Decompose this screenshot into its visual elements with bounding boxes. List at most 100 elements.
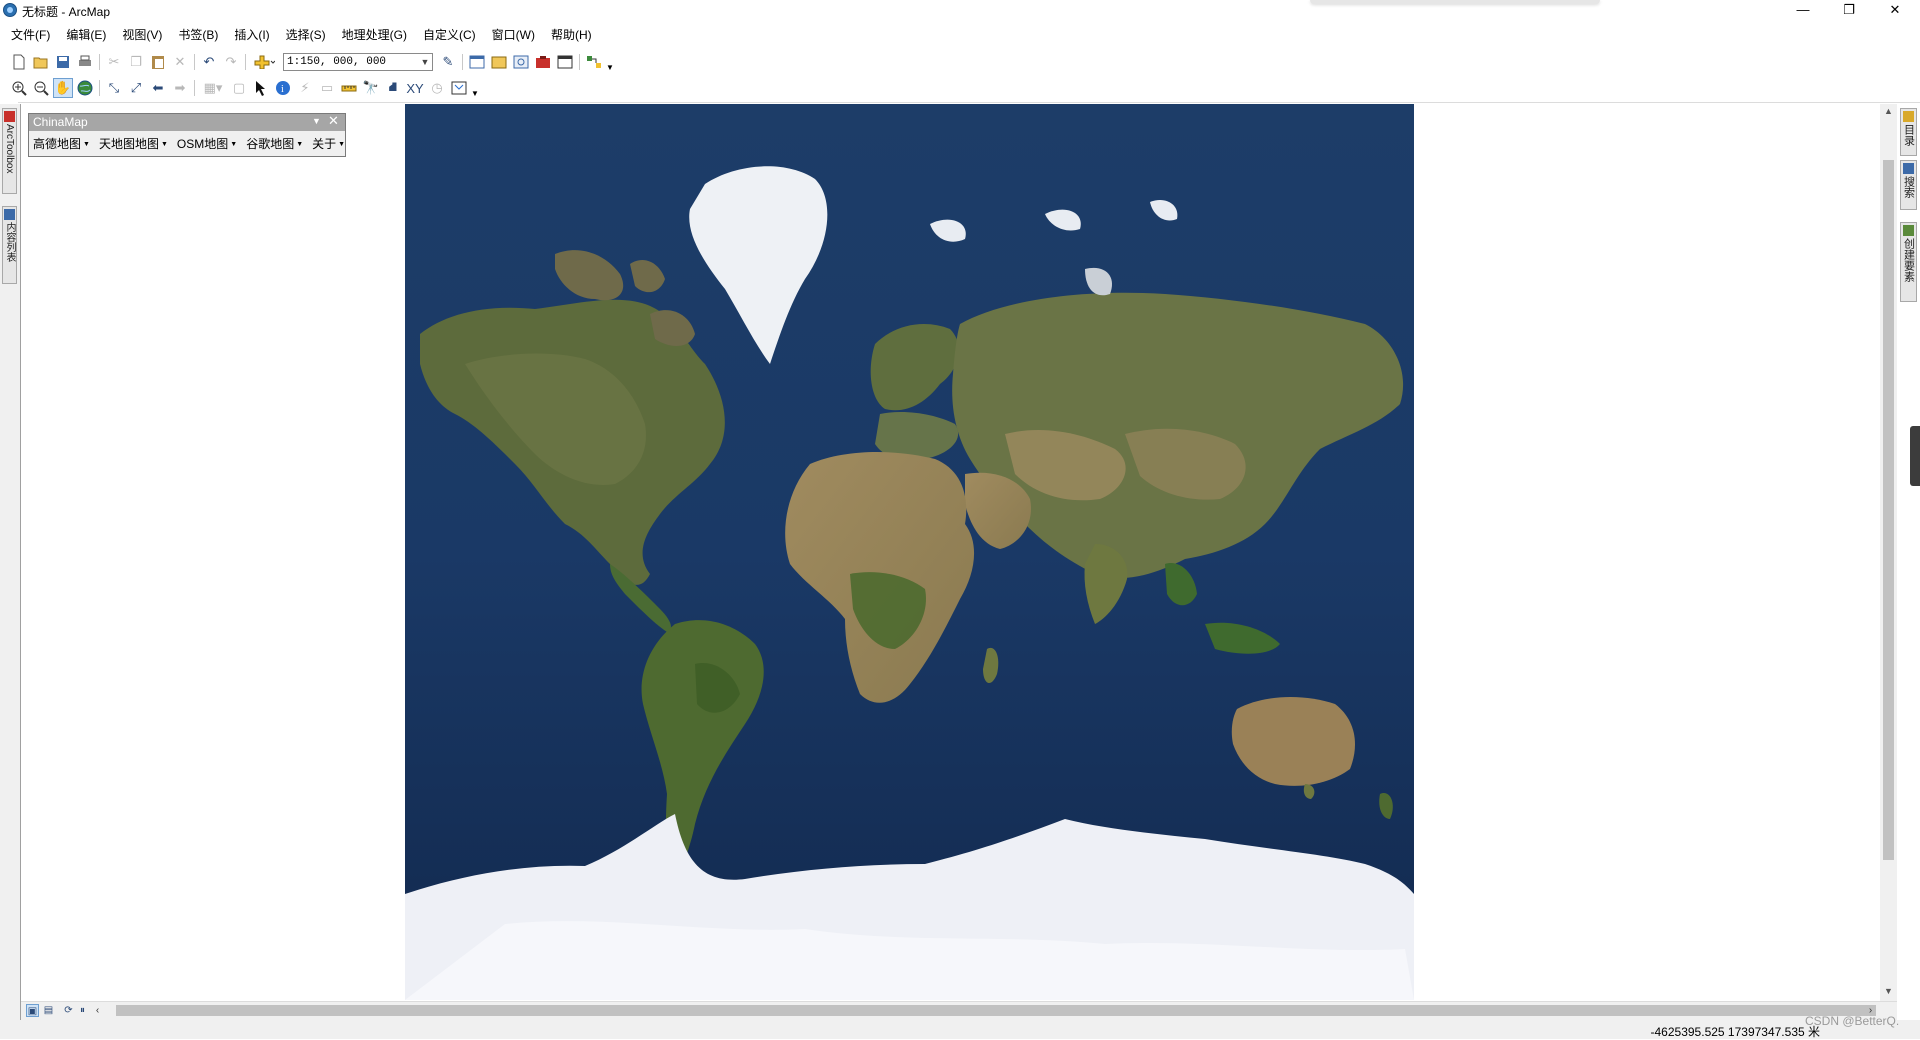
paste-icon[interactable]	[148, 52, 168, 72]
refresh-icon[interactable]: ⟳	[62, 1004, 75, 1017]
measure-icon[interactable]	[339, 78, 359, 98]
chevron-down-icon: ▼	[420, 57, 430, 67]
toolbar-overflow-icon[interactable]: ▼	[470, 78, 480, 98]
restore-button[interactable]: ❐	[1826, 0, 1872, 22]
python-window-icon[interactable]	[555, 52, 575, 72]
menu-windows[interactable]: 窗口(W)	[492, 24, 535, 46]
time-slider-icon[interactable]: ◷	[427, 78, 447, 98]
table-of-contents-tab[interactable]: 内容列表	[2, 206, 17, 284]
chinamap-titlebar[interactable]: ChinaMap ▼ ✕	[29, 113, 345, 131]
catalog-icon	[1903, 111, 1914, 122]
vertical-scrollbar[interactable]: ▲ ▼	[1880, 104, 1897, 1001]
arctoolbox-tab[interactable]: ArcToolbox	[2, 108, 17, 194]
table-of-contents-icon[interactable]	[467, 52, 487, 72]
pause-drawing-icon[interactable]: ⏸	[76, 1004, 89, 1017]
map-bottom-bar: ▣ ▤ ⟳ ⏸ ‹ ›	[21, 1001, 1897, 1020]
editor-toolbar-icon[interactable]: ✎	[438, 52, 458, 72]
chevron-down-icon: ▼	[160, 140, 168, 148]
arcmap-globe-icon	[3, 3, 17, 17]
dock-resize-handle[interactable]	[1910, 426, 1920, 486]
layout-view-icon[interactable]: ▤	[42, 1004, 55, 1017]
identify-icon[interactable]: i	[273, 78, 293, 98]
hyperlink-icon[interactable]: ⚡	[295, 78, 315, 98]
tools-toolbar: ✋ ⤡ ⤢ ⬅ ➡ ▦▾ ▢ i ⚡ ▭ 🔭 ⛘ XY ◷ ▼	[8, 76, 480, 100]
new-document-icon[interactable]	[9, 52, 29, 72]
vertical-scroll-thumb[interactable]	[1883, 160, 1894, 860]
menu-view[interactable]: 视图(V)	[122, 24, 162, 46]
select-features-icon[interactable]: ▦▾	[199, 78, 227, 98]
chevron-down-icon[interactable]: ▼	[312, 116, 321, 126]
catalog-tab[interactable]: 目录	[1900, 108, 1917, 156]
open-folder-icon[interactable]	[31, 52, 51, 72]
delete-icon[interactable]: ✕	[170, 52, 190, 72]
create-features-tab[interactable]: 创建要素	[1900, 222, 1917, 302]
status-bar: -4625395.525 17397347.535 米	[0, 1020, 1920, 1039]
menu-bookmarks[interactable]: 书签(B)	[178, 24, 218, 46]
minimize-button[interactable]: —	[1780, 0, 1826, 22]
standard-toolbar: ✂ ❐ ✕ ↶ ↷ 1:150, 000, 000 ▼ ✎ ▼	[8, 50, 615, 74]
about-label: 关于	[312, 137, 337, 151]
cut-icon[interactable]: ✂	[104, 52, 124, 72]
menu-geoprocessing[interactable]: 地理处理(G)	[342, 24, 407, 46]
html-popup-icon[interactable]: ▭	[317, 78, 337, 98]
menu-help[interactable]: 帮助(H)	[551, 24, 592, 46]
toolbar-divider	[18, 102, 1920, 103]
data-view-icon[interactable]: ▣	[26, 1004, 39, 1017]
table-of-contents-icon	[4, 209, 15, 220]
fixed-zoom-out-icon[interactable]: ⤢	[126, 78, 146, 98]
scroll-down-arrow-icon[interactable]: ▼	[1880, 986, 1897, 996]
back-extent-icon[interactable]: ⬅	[148, 78, 168, 98]
scale-combobox[interactable]: 1:150, 000, 000 ▼	[283, 53, 433, 71]
chevron-down-icon: ▼	[230, 140, 238, 148]
watermark-text: CSDN @BetterQ.	[1805, 1014, 1900, 1028]
print-icon[interactable]	[75, 52, 95, 72]
world-satellite-basemap[interactable]	[405, 104, 1414, 1000]
forward-extent-icon[interactable]: ➡	[170, 78, 190, 98]
clear-selection-icon[interactable]: ▢	[229, 78, 249, 98]
save-icon[interactable]	[53, 52, 73, 72]
gaode-map-label: 高德地图	[33, 137, 82, 151]
google-map-label: 谷歌地图	[246, 137, 295, 151]
tianditu-map-menu[interactable]: 天地图地图 ▼	[99, 135, 168, 154]
undo-icon[interactable]: ↶	[199, 52, 219, 72]
model-builder-icon[interactable]	[584, 52, 604, 72]
gaode-map-menu[interactable]: 高德地图 ▼	[33, 135, 90, 154]
search-tab[interactable]: 搜索	[1900, 160, 1917, 210]
scroll-left-arrow-icon[interactable]: ‹	[91, 1004, 104, 1017]
horizontal-scroll-thumb[interactable]	[116, 1005, 1876, 1016]
toolbar-overflow-icon[interactable]: ▼	[605, 52, 615, 72]
catalog-icon[interactable]	[489, 52, 509, 72]
find-binoculars-icon[interactable]: 🔭	[361, 78, 381, 98]
go-to-xy-icon[interactable]: XY	[405, 78, 425, 98]
menu-selection[interactable]: 选择(S)	[286, 24, 326, 46]
arctoolbox-icon[interactable]	[533, 52, 553, 72]
svg-text:i: i	[281, 84, 284, 95]
osm-map-menu[interactable]: OSM地图 ▼	[177, 135, 237, 154]
zoom-in-icon[interactable]	[9, 78, 29, 98]
create-viewer-window-icon[interactable]	[449, 78, 469, 98]
scroll-up-arrow-icon[interactable]: ▲	[1880, 106, 1897, 116]
close-button[interactable]: ✕	[1872, 0, 1918, 22]
about-menu[interactable]: 关于 ▼	[312, 135, 345, 154]
zoom-out-icon[interactable]	[31, 78, 51, 98]
add-data-icon[interactable]	[250, 52, 278, 72]
menu-insert[interactable]: 插入(I)	[234, 24, 269, 46]
menu-customize[interactable]: 自定义(C)	[423, 24, 476, 46]
chinamap-title: ChinaMap	[33, 115, 88, 129]
google-map-menu[interactable]: 谷歌地图 ▼	[246, 135, 303, 154]
menu-file[interactable]: 文件(F)	[11, 24, 50, 46]
menu-edit[interactable]: 编辑(E)	[66, 24, 106, 46]
search-window-icon[interactable]	[511, 52, 531, 72]
create-features-tab-label: 创建要素	[1902, 238, 1915, 282]
copy-icon[interactable]: ❐	[126, 52, 146, 72]
tianditu-map-label: 天地图地图	[98, 137, 159, 151]
close-icon[interactable]: ✕	[328, 113, 339, 129]
find-route-icon[interactable]: ⛘	[383, 78, 403, 98]
full-extent-globe-icon[interactable]	[75, 78, 95, 98]
toolbar-separator	[99, 80, 100, 96]
fixed-zoom-in-icon[interactable]: ⤡	[104, 78, 124, 98]
pan-hand-icon[interactable]: ✋	[53, 78, 73, 98]
chevron-down-icon: ▼	[296, 140, 304, 148]
select-elements-arrow-icon[interactable]	[251, 78, 271, 98]
redo-icon[interactable]: ↷	[221, 52, 241, 72]
